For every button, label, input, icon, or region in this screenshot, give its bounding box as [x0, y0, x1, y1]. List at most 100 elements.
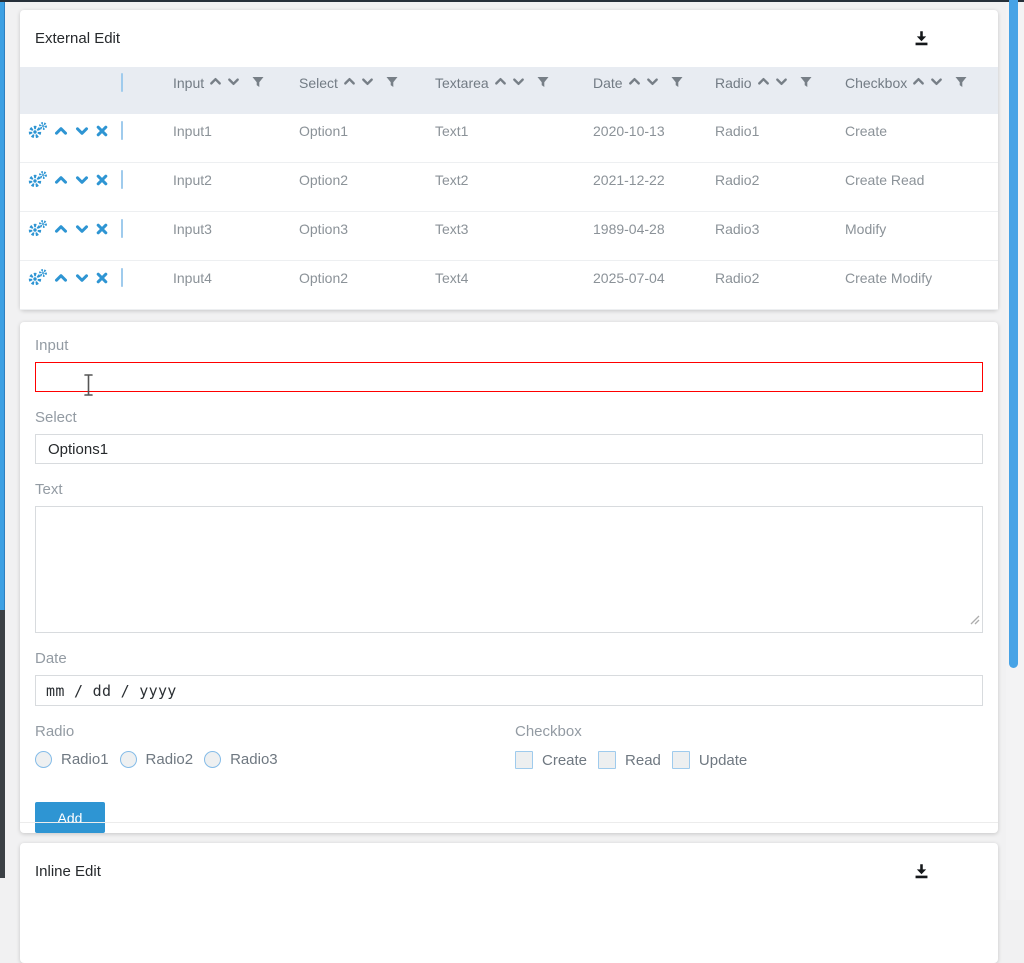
table-row: Input1 Option1 Text1 2020-10-13 Radio1 C… [20, 114, 998, 163]
cell-textarea: Text3 [435, 221, 593, 237]
move-down-icon[interactable] [75, 124, 89, 138]
move-down-icon[interactable] [75, 271, 89, 285]
cell-input: Input4 [173, 270, 299, 286]
vertical-scrollbar-thumb[interactable] [1009, 0, 1018, 668]
cell-radio: Radio2 [715, 270, 845, 286]
checkbox-read[interactable] [598, 751, 616, 769]
column-label: Radio [715, 75, 752, 91]
select-all-checkbox[interactable] [121, 73, 123, 92]
cell-select: Option3 [299, 221, 435, 237]
cell-select: Option1 [299, 123, 435, 139]
sort-desc-icon[interactable] [646, 75, 659, 91]
sort-asc-icon[interactable] [209, 75, 222, 91]
delete-row-icon[interactable] [96, 272, 108, 284]
download-icon[interactable] [910, 861, 932, 883]
sort-desc-icon[interactable] [361, 75, 374, 91]
column-header-input: Input [173, 75, 299, 91]
row-checkbox[interactable] [121, 268, 123, 287]
filter-icon[interactable] [537, 75, 549, 91]
move-up-icon[interactable] [54, 173, 68, 187]
kebab-menu-icon[interactable] [948, 28, 970, 50]
filter-icon[interactable] [800, 75, 812, 91]
date-field[interactable]: mm / dd / yyyy [35, 675, 983, 706]
column-label: Textarea [435, 75, 489, 91]
external-edit-card: External Edit Input Select Textarea [20, 10, 998, 310]
column-label: Select [299, 75, 338, 91]
table-header-row: Input Select Textarea Date Radio [20, 67, 998, 114]
row-settings-icon[interactable] [28, 122, 47, 139]
cell-select: Option2 [299, 270, 435, 286]
radio-option-label: Radio2 [146, 751, 194, 768]
delete-row-icon[interactable] [96, 223, 108, 235]
row-settings-icon[interactable] [28, 220, 47, 237]
left-edge-dark [0, 610, 5, 878]
resize-grip-icon[interactable] [969, 612, 980, 630]
row-settings-icon[interactable] [28, 171, 47, 188]
download-icon[interactable] [910, 28, 932, 50]
input-field-label: Input [35, 336, 983, 356]
radio-radio3[interactable] [204, 751, 221, 768]
row-checkbox[interactable] [121, 170, 123, 189]
sort-desc-icon[interactable] [227, 75, 240, 91]
row-checkbox[interactable] [121, 219, 123, 238]
add-button[interactable]: Add [35, 802, 105, 833]
cell-input: Input1 [173, 123, 299, 139]
row-checkbox[interactable] [121, 121, 123, 140]
cell-radio: Radio1 [715, 123, 845, 139]
radio-group: Radio Radio1 Radio2 Radio3 [35, 722, 515, 769]
select-field[interactable]: Options1 [35, 434, 983, 464]
column-header-select: Select [299, 75, 435, 91]
move-down-icon[interactable] [75, 222, 89, 236]
checkbox-option-label: Update [699, 752, 747, 769]
textarea-field[interactable] [35, 506, 983, 633]
cell-textarea: Text2 [435, 172, 593, 188]
card-title: External Edit [35, 30, 120, 47]
move-down-icon[interactable] [75, 173, 89, 187]
checkbox-group-label: Checkbox [515, 722, 758, 742]
sort-desc-icon[interactable] [775, 75, 788, 91]
cell-checkbox: Create Modify [845, 270, 998, 286]
column-header-radio: Radio [715, 75, 845, 91]
move-up-icon[interactable] [54, 222, 68, 236]
filter-icon[interactable] [252, 75, 264, 91]
row-settings-icon[interactable] [28, 269, 47, 286]
checkbox-option-label: Create [542, 752, 587, 769]
cell-input: Input3 [173, 221, 299, 237]
cell-date: 2025-07-04 [593, 270, 715, 286]
checkbox-create[interactable] [515, 751, 533, 769]
radio-radio1[interactable] [35, 751, 52, 768]
delete-row-icon[interactable] [96, 125, 108, 137]
move-up-icon[interactable] [54, 124, 68, 138]
sort-desc-icon[interactable] [512, 75, 525, 91]
filter-icon[interactable] [955, 75, 967, 91]
input-field[interactable] [35, 362, 983, 392]
sort-desc-icon[interactable] [930, 75, 943, 91]
inline-edit-card: Inline Edit [20, 843, 998, 963]
column-header-textarea: Textarea [435, 75, 593, 91]
move-up-icon[interactable] [54, 271, 68, 285]
sort-asc-icon[interactable] [912, 75, 925, 91]
sort-asc-icon[interactable] [757, 75, 770, 91]
cell-radio: Radio3 [715, 221, 845, 237]
kebab-menu-icon[interactable] [948, 861, 970, 883]
sort-asc-icon[interactable] [494, 75, 507, 91]
cell-date: 2021-12-22 [593, 172, 715, 188]
select-field-label: Select [35, 408, 983, 428]
cell-checkbox: Create Read [845, 172, 998, 188]
sort-asc-icon[interactable] [343, 75, 356, 91]
filter-icon[interactable] [386, 75, 398, 91]
sort-asc-icon[interactable] [628, 75, 641, 91]
delete-row-icon[interactable] [96, 174, 108, 186]
cell-date: 2020-10-13 [593, 123, 715, 139]
cell-checkbox: Modify [845, 221, 998, 237]
left-edge-accent [0, 2, 5, 610]
table-row: Input2 Option2 Text2 2021-12-22 Radio2 C… [20, 163, 998, 212]
checkbox-option-label: Read [625, 752, 661, 769]
card-title: Inline Edit [35, 863, 101, 880]
checkbox-group: Checkbox Create Read Update [515, 722, 758, 769]
window-top-border [0, 0, 1024, 2]
checkbox-update[interactable] [672, 751, 690, 769]
radio-radio2[interactable] [120, 751, 137, 768]
filter-icon[interactable] [671, 75, 683, 91]
table-row: Input3 Option3 Text3 1989-04-28 Radio3 M… [20, 212, 998, 261]
